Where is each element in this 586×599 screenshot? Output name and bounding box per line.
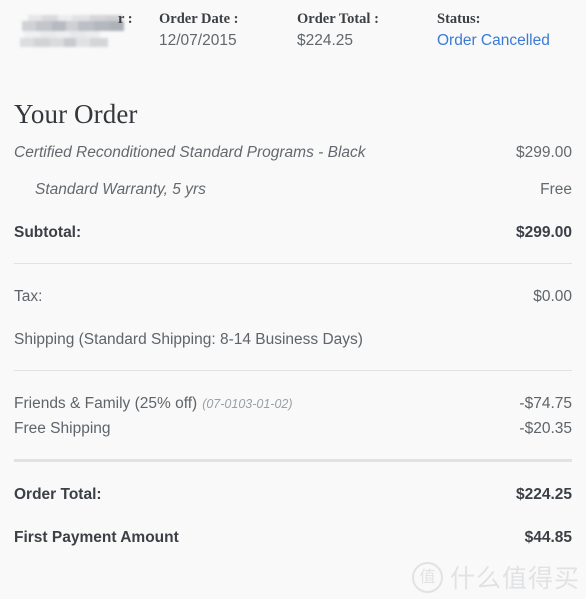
watermark-badge-icon: 值 <box>411 561 443 593</box>
order-header: r : Order Date : 12/07/2015 Order Total … <box>0 0 586 52</box>
watermark-text: 什么值得买 <box>449 564 580 593</box>
line-item-product-value: $299.00 <box>515 144 572 161</box>
order-summary: Your Order Certified Reconditioned Stand… <box>0 99 586 548</box>
order-total-header-value: $224.25 <box>297 32 354 49</box>
line-item-product-label: Certified Reconditioned Standard Program… <box>14 144 366 161</box>
discount-value: -$74.75 <box>519 395 572 412</box>
order-status-column: Status: Order Cancelled <box>437 10 572 52</box>
divider-before-total <box>14 459 572 462</box>
first-payment-row: First Payment Amount $44.85 <box>14 527 572 548</box>
order-date-value: 12/07/2015 <box>159 32 237 49</box>
order-total-header-label: Order Total : <box>297 11 379 27</box>
free-shipping-value: -$20.35 <box>519 420 572 437</box>
line-item-product: Certified Reconditioned Standard Program… <box>14 142 572 163</box>
discount-label-group: Friends & Family (25% off) (07-0103-01-02… <box>14 393 293 415</box>
free-shipping-label: Free Shipping <box>14 420 111 437</box>
order-status-link[interactable]: Order Cancelled <box>437 30 572 52</box>
site-watermark: 值 什么值得买 <box>411 559 580 595</box>
first-payment-value: $44.85 <box>524 529 572 546</box>
shipping-row: Shipping (Standard Shipping: 8-14 Busine… <box>14 329 572 350</box>
subtotal-label: Subtotal: <box>14 224 82 241</box>
first-payment-label: First Payment Amount <box>14 529 179 546</box>
subtotal-value: $299.00 <box>515 224 572 241</box>
order-number-label: r : <box>118 11 133 27</box>
order-number-column: r : <box>14 10 159 52</box>
order-total-column: Order Total : $224.25 <box>297 10 437 52</box>
order-status-label: Status: <box>437 11 481 27</box>
page-title: Your Order <box>14 99 138 129</box>
shipping-label: Shipping (Standard Shipping: 8-14 Busine… <box>14 331 363 348</box>
divider-after-shipping <box>14 370 572 371</box>
discount-row-friends-family: Friends & Family (25% off) (07-0103-01-02… <box>14 393 572 415</box>
line-item-warranty-label: Standard Warranty, 5 yrs <box>35 181 206 198</box>
line-item-warranty-value: Free <box>540 181 572 198</box>
order-total-label: Order Total: <box>14 486 102 503</box>
order-date-column: Order Date : 12/07/2015 <box>159 10 297 52</box>
discount-row-free-shipping: Free Shipping -$20.35 <box>14 418 572 439</box>
tax-value: $0.00 <box>533 288 572 305</box>
order-total-row: Order Total: $224.25 <box>14 484 572 505</box>
discount-promo-code: (07-0103-01-02) <box>202 397 293 411</box>
order-number-redacted: r : <box>14 10 159 50</box>
tax-row: Tax: $0.00 <box>14 286 572 307</box>
subtotal-row: Subtotal: $299.00 <box>14 222 572 243</box>
divider-after-subtotal <box>14 263 572 264</box>
discount-label: Friends & Family (25% off) <box>14 395 198 412</box>
tax-label: Tax: <box>14 288 43 305</box>
line-item-warranty: Standard Warranty, 5 yrs Free <box>14 179 572 200</box>
order-date-label: Order Date : <box>159 11 239 27</box>
order-total-value: $224.25 <box>515 486 572 503</box>
